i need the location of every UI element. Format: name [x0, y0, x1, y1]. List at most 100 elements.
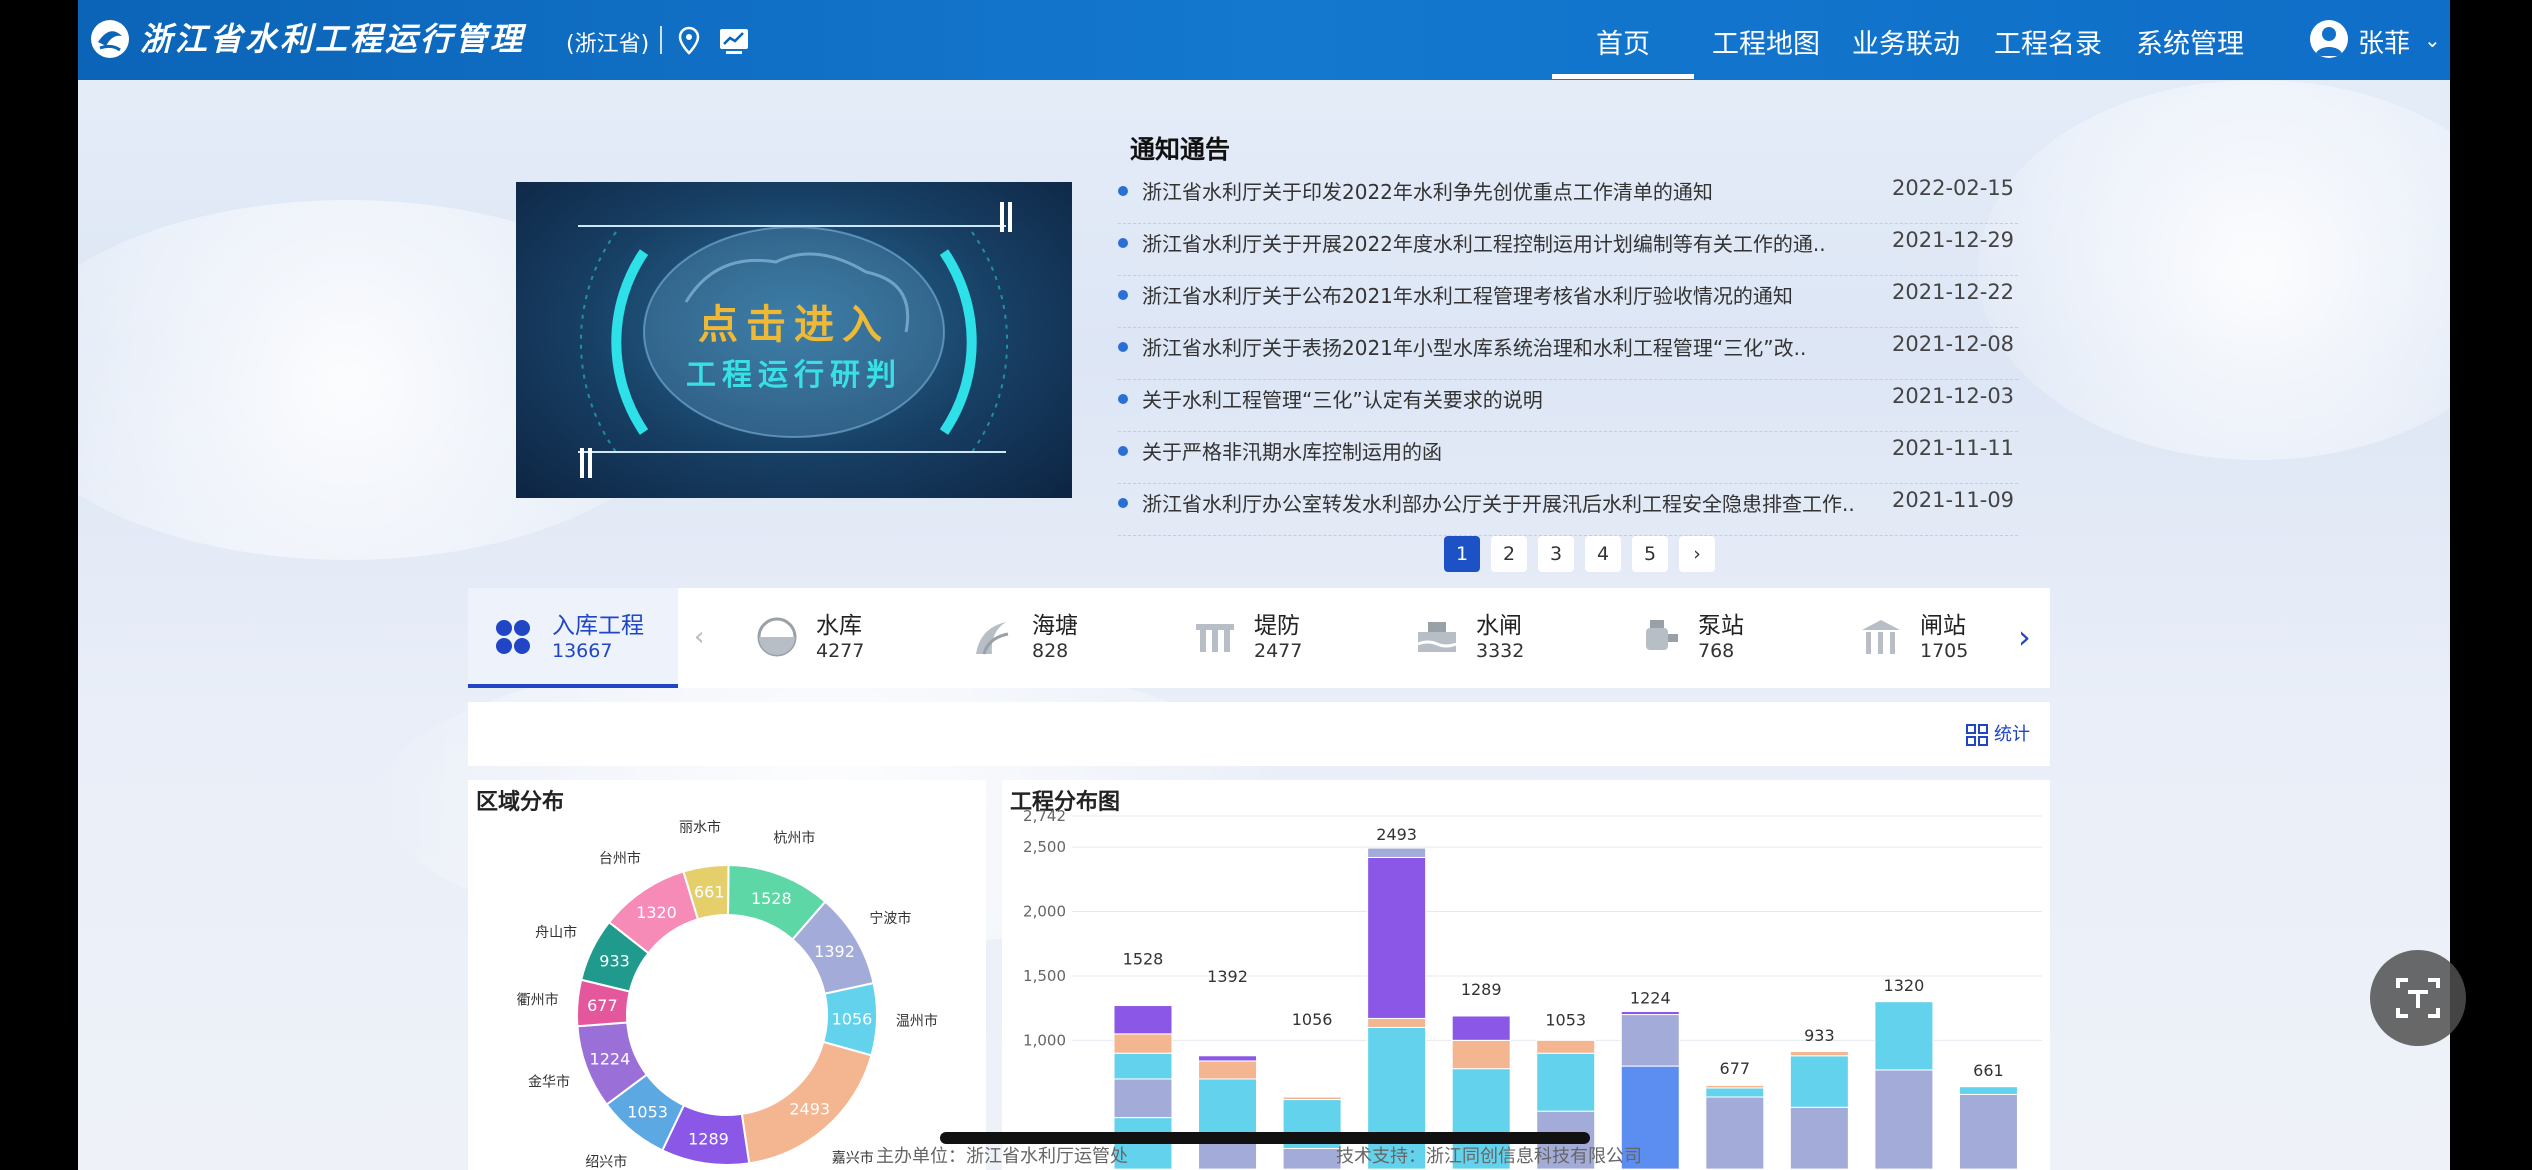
nav-home[interactable]: 首页	[1596, 22, 1650, 61]
notice-date: 2021-11-09	[1892, 488, 2015, 512]
notice-item[interactable]: 浙江省水利厅关于印发2022年水利争先创优重点工作清单的通知 2022-02-15	[1118, 172, 2018, 224]
chevron-down-icon[interactable]: ⌄	[2424, 28, 2441, 52]
tabs-next-chevron-icon[interactable]: ›	[2018, 618, 2031, 656]
donut-category-label: 舟山市	[535, 924, 577, 941]
bar-segment[interactable]	[1282, 1096, 1342, 1101]
tab-count: 3332	[1476, 640, 1525, 662]
bar-segment[interactable]	[1451, 1015, 1511, 1041]
notice-date: 2022-02-15	[1892, 176, 2015, 200]
nav-business-linkage[interactable]: 业务联动	[1852, 22, 1960, 61]
bullet-icon	[1118, 238, 1128, 248]
bar-total-label: 1528	[1123, 949, 1164, 968]
notice-item[interactable]: 关于水利工程管理“三化”认定有关要求的说明 2021-12-03	[1118, 380, 2018, 432]
notice-date: 2021-11-11	[1892, 436, 2015, 460]
notice-item[interactable]: 浙江省水利厅关于开展2022年度水利工程控制运用计划编制等有关工作的通.. 202…	[1118, 224, 2018, 276]
page-5-button[interactable]: 5	[1632, 536, 1668, 572]
statistics-label: 统计	[1994, 724, 2030, 745]
notice-title[interactable]: 浙江省水利厅关于印发2022年水利争先创优重点工作清单的通知	[1142, 176, 1872, 205]
y-tick-label: 2,742	[1023, 807, 1066, 825]
nav-system-management[interactable]: 系统管理	[2136, 22, 2244, 61]
bar-segment[interactable]	[1789, 1055, 1849, 1108]
bar-segment[interactable]	[1113, 1078, 1173, 1119]
grid-dots-icon	[496, 620, 530, 654]
bar-total-label: 933	[1804, 1026, 1835, 1045]
statistics-button[interactable]: 统计	[1966, 720, 2030, 746]
tab-label: 泵站	[1698, 613, 1744, 639]
bar-segment[interactable]	[1451, 1039, 1511, 1070]
donut-value-label: 1392	[814, 942, 855, 961]
project-type-tabs: 入库工程 13667 ‹ 水库 4277 海塘 828 堤防 2477 水闸 3…	[468, 588, 2050, 688]
page-4-button[interactable]: 4	[1585, 536, 1621, 572]
notice-title[interactable]: 关于水利工程管理“三化”认定有关要求的说明	[1142, 384, 1872, 413]
bar-segment[interactable]	[1705, 1087, 1765, 1098]
notice-title[interactable]: 浙江省水利厅关于公布2021年水利工程管理考核省水利厅验收情况的通知	[1142, 280, 1872, 309]
tabs-prev-chevron-icon[interactable]: ‹	[694, 622, 704, 652]
notice-title[interactable]: 浙江省水利厅关于开展2022年度水利工程控制运用计划编制等有关工作的通..	[1142, 228, 1872, 257]
bg-cloud	[1978, 80, 2450, 460]
bar-segment[interactable]	[1789, 1051, 1849, 1057]
donut-value-label: 661	[694, 882, 725, 901]
notice-title[interactable]: 浙江省水利厅关于表扬2021年小型水库系统治理和水利工程管理“三化”改..	[1142, 332, 1872, 361]
dashboard-screen-icon[interactable]	[718, 26, 750, 56]
bar-segment[interactable]	[1198, 1078, 1258, 1138]
tab-label: 水库	[816, 613, 862, 639]
nav-project-directory[interactable]: 工程名录	[1994, 22, 2102, 61]
bar-segment[interactable]	[1198, 1060, 1258, 1080]
bullet-icon	[1118, 394, 1128, 404]
donut-category-label: 丽水市	[679, 819, 721, 836]
y-tick-label: 2,000	[1023, 903, 1066, 921]
tab-label: 闸站	[1920, 613, 1966, 639]
bar-segment[interactable]	[1705, 1084, 1765, 1089]
bar-segment[interactable]	[1874, 1001, 1934, 1071]
bar-segment[interactable]	[1536, 1039, 1596, 1054]
bar-segment[interactable]	[1113, 1005, 1173, 1035]
banner-subtitle: 工程运行研判	[686, 358, 902, 393]
top-bar: 浙江省水利工程运行管理 (浙江省) 首页 工程地图 业务联动 工程名录 系统管理…	[78, 0, 2450, 80]
user-name[interactable]: 张菲	[2358, 23, 2410, 60]
bar-segment[interactable]	[1198, 1055, 1258, 1062]
notice-title[interactable]: 浙江省水利厅办公室转发水利部办公厅关于开展汛后水利工程安全隐患排查工作..	[1142, 488, 1872, 517]
location-pin-icon[interactable]	[678, 26, 700, 56]
tab-count: 828	[1032, 640, 1069, 662]
user-avatar-icon[interactable]	[2310, 20, 2348, 58]
bar-total-label: 677	[1720, 1059, 1751, 1078]
donut-category-label: 金华市	[528, 1073, 570, 1090]
bar-total-label: 661	[1973, 1061, 2004, 1080]
bar-segment[interactable]	[1958, 1086, 2018, 1095]
research-banner[interactable]: 点击进入 工程运行研判	[516, 182, 1072, 498]
page-3-button[interactable]: 3	[1538, 536, 1574, 572]
nav-project-map[interactable]: 工程地图	[1712, 22, 1820, 61]
page-1-button[interactable]: 1	[1444, 536, 1480, 572]
grid-icon	[1966, 724, 1989, 746]
tab-count: 768	[1698, 640, 1735, 662]
bullet-icon	[1118, 498, 1128, 508]
bar-segment[interactable]	[1536, 1052, 1596, 1112]
bar-segment[interactable]	[1620, 1010, 1680, 1016]
donut-value-label: 1056	[832, 1010, 873, 1029]
bar-total-label: 1053	[1545, 1011, 1586, 1030]
stats-bar: 统计	[468, 702, 2050, 766]
donut-category-label: 台州市	[599, 850, 641, 867]
footer-support: 技术支持：浙江同创信息科技有限公司	[1336, 1146, 1642, 1167]
notice-item[interactable]: 浙江省水利厅关于公布2021年水利工程管理考核省水利厅验收情况的通知 2021-1…	[1118, 276, 2018, 328]
bar-segment[interactable]	[1620, 1014, 1680, 1067]
bar-segment[interactable]	[1113, 1052, 1173, 1080]
bullet-icon	[1118, 342, 1128, 352]
bar-segment[interactable]	[1367, 847, 1427, 858]
bar-segment[interactable]	[1113, 1033, 1173, 1054]
next-page-chevron-icon[interactable]: ›	[1679, 536, 1715, 572]
notice-date: 2021-12-08	[1892, 332, 2015, 356]
notice-title[interactable]: 关于严格非汛期水库控制运用的函	[1142, 436, 1872, 465]
nav-active-indicator	[1552, 74, 1694, 79]
notice-item[interactable]: 浙江省水利厅关于表扬2021年小型水库系统治理和水利工程管理“三化”改.. 202…	[1118, 328, 2018, 380]
bullet-icon	[1118, 290, 1128, 300]
bar-segment[interactable]	[1367, 856, 1427, 1019]
scan-text-button[interactable]	[2370, 950, 2466, 1046]
page-2-button[interactable]: 2	[1491, 536, 1527, 572]
bar-segment[interactable]	[1367, 1017, 1427, 1028]
notice-item[interactable]: 关于严格非汛期水库控制运用的函 2021-11-11	[1118, 432, 2018, 484]
donut-value-label: 1224	[590, 1050, 631, 1069]
notice-date: 2021-12-29	[1892, 228, 2015, 252]
home-indicator[interactable]	[940, 1132, 1590, 1144]
notice-item[interactable]: 浙江省水利厅办公室转发水利部办公厅关于开展汛后水利工程安全隐患排查工作.. 202…	[1118, 484, 2018, 536]
